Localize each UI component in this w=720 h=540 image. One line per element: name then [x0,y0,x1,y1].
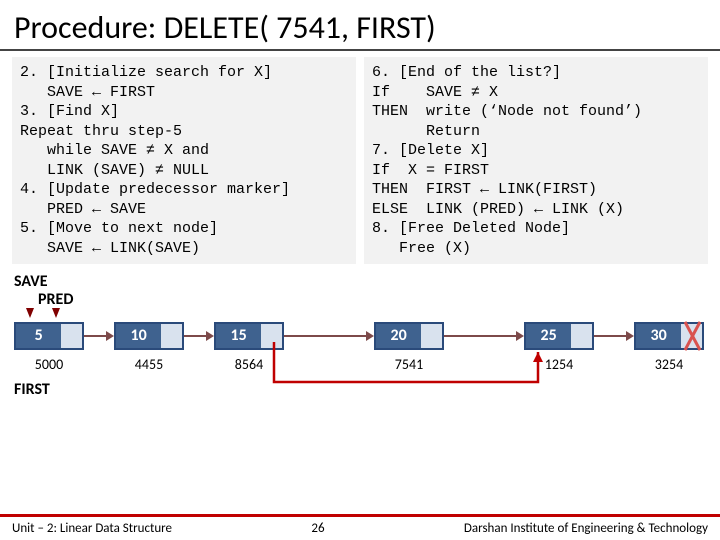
node-value: 30 [636,324,681,348]
node-value: 10 [116,324,161,348]
node-pointer [571,324,592,348]
node-address: 5000 [14,356,84,373]
node-address: 1254 [524,356,594,373]
node-pointer [161,324,182,348]
save-label: SAVE [14,272,48,291]
list-node: 5 [14,322,84,350]
node-pointer [61,324,82,348]
list-node: 25 [524,322,594,350]
footer-left: Unit – 2: Linear Data Structure [12,521,172,536]
first-label: FIRST [14,380,50,399]
link-arrow-icon [84,335,112,337]
node-value: 25 [526,324,571,348]
node-address: 3254 [634,356,704,373]
link-arrow-icon [594,335,632,337]
arrow-down-icon [52,308,60,318]
linked-list-diagram: 5 5000 10 4455 15 8564 20 7541 25 1254 3… [0,322,720,412]
code-right: 6. [End of the list?] If SAVE ≠ X THEN w… [364,57,708,264]
node-address: 4455 [114,356,184,373]
node-pointer [681,324,702,348]
link-arrow-icon [284,335,372,337]
node-value: 20 [376,324,421,348]
list-node: 15 [214,322,284,350]
list-node: 20 [374,322,444,350]
list-node: 30 [634,322,704,350]
list-node: 10 [114,322,184,350]
node-value: 5 [16,324,61,348]
link-arrow-icon [184,335,212,337]
node-value: 15 [216,324,261,348]
footer: Unit – 2: Linear Data Structure 26 Darsh… [0,514,720,540]
code-left: 2. [Initialize search for X] SAVE ← FIRS… [12,57,356,264]
page-title: Procedure: DELETE( 7541, FIRST) [0,0,720,51]
node-address: 7541 [374,356,444,373]
pred-label: PRED [38,290,73,309]
page-number: 26 [298,521,338,536]
pointer-labels: SAVE PRED [14,272,720,318]
node-pointer [421,324,442,348]
footer-right: Darshan Institute of Engineering & Techn… [464,521,708,536]
arrow-down-icon [26,308,34,318]
node-pointer [261,324,282,348]
link-arrow-icon [444,335,522,337]
code-columns: 2. [Initialize search for X] SAVE ← FIRS… [0,57,720,264]
node-address: 8564 [214,356,284,373]
